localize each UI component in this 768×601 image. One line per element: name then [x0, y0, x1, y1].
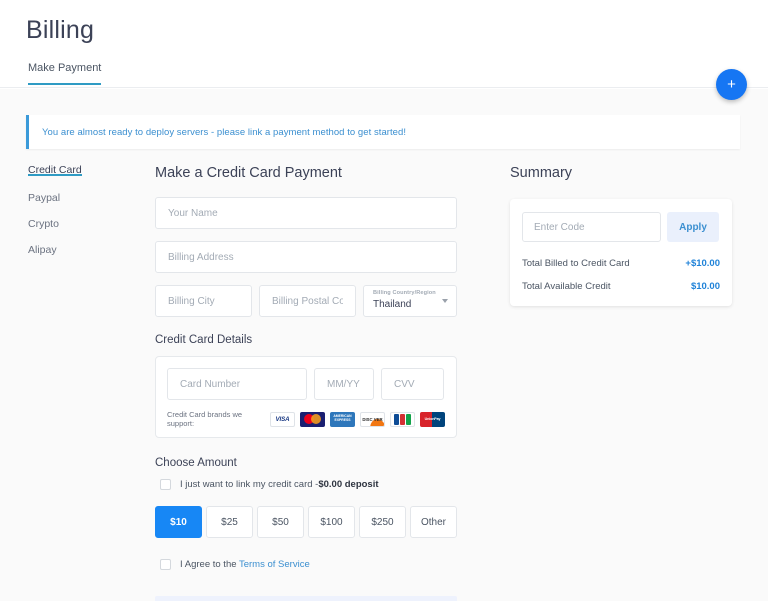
summary-title: Summary	[510, 165, 573, 181]
billing-country-label: Billing Country/Region	[373, 290, 436, 296]
summary-label-billed: Total Billed to Credit Card	[522, 258, 630, 269]
summary-panel: Summary Apply Total Billed to Credit Car…	[510, 165, 732, 306]
mastercard-icon	[300, 411, 325, 427]
card-brands-label: Credit Card brands we support:	[167, 410, 243, 428]
method-crypto[interactable]: Crypto	[28, 219, 59, 230]
method-alipay[interactable]: Alipay	[28, 245, 57, 256]
chevron-down-icon	[442, 299, 448, 303]
billing-country-value: Thailand	[373, 299, 412, 310]
method-credit-card[interactable]: Credit Card	[28, 165, 82, 176]
page-title: Billing	[26, 16, 95, 44]
terms-of-service-link[interactable]: Terms of Service	[239, 559, 310, 570]
form-title: Make a Credit Card Payment	[155, 165, 342, 181]
amount-option-100[interactable]: $100	[308, 506, 355, 538]
summary-card: Apply Total Billed to Credit Card +$10.0…	[510, 199, 732, 306]
alert-banner: You are almost ready to deploy servers -…	[26, 115, 740, 149]
discover-icon: DISC VER	[360, 411, 385, 427]
address-row: Billing Country/Region Thailand	[155, 285, 457, 317]
billing-city-input[interactable]	[155, 285, 252, 317]
add-payment-method-fab[interactable]: +	[716, 69, 747, 100]
terms-checkbox[interactable]	[160, 559, 171, 570]
tab-bar: Make Payment	[0, 58, 768, 88]
alert-message: You are almost ready to deploy servers -…	[42, 126, 407, 138]
amount-option-10[interactable]: $10	[155, 506, 202, 538]
visa-icon: VISA	[270, 411, 295, 427]
card-expiry-input[interactable]	[314, 368, 374, 400]
link-only-label: I just want to link my credit card -$0.0…	[180, 479, 379, 490]
discover-label: DISC VER	[362, 416, 383, 422]
amount-options: $10 $25 $50 $100 $250 Other	[155, 506, 457, 538]
tab-make-payment[interactable]: Make Payment	[28, 62, 102, 85]
amount-option-other[interactable]: Other	[410, 506, 457, 538]
jcb-icon	[390, 411, 415, 427]
choose-amount-title: Choose Amount	[155, 457, 237, 469]
card-brand-logos: VISA AMERICAN EXPRESS DISC VER UnionPay	[270, 411, 445, 427]
card-cvv-input[interactable]	[381, 368, 444, 400]
card-input-row	[167, 368, 445, 400]
payment-form: Make a Credit Card Payment Billing Count…	[155, 165, 457, 601]
terms-label: I Agree to the Terms of Service	[180, 559, 310, 570]
terms-row: I Agree to the Terms of Service	[155, 559, 457, 570]
amex-icon: AMERICAN EXPRESS	[330, 411, 355, 427]
link-credit-card-button[interactable]: Link Credit Card	[155, 596, 457, 601]
name-input[interactable]	[155, 197, 457, 229]
link-only-checkbox[interactable]	[160, 479, 171, 490]
summary-label-credit: Total Available Credit	[522, 281, 611, 292]
content-area: You are almost ready to deploy servers -…	[0, 89, 768, 601]
unionpay-icon: UnionPay	[420, 411, 445, 427]
card-brands-row: Credit Card brands we support: VISA AMER…	[167, 410, 445, 428]
plus-icon: +	[727, 76, 736, 93]
card-details-title: Credit Card Details	[155, 334, 253, 346]
billing-address-input[interactable]	[155, 241, 457, 273]
apply-code-button[interactable]: Apply	[667, 212, 719, 242]
method-paypal[interactable]: Paypal	[28, 193, 60, 204]
card-number-input[interactable]	[167, 368, 307, 400]
terms-text: I Agree to the	[180, 559, 239, 570]
payment-method-nav: Credit Card Paypal Crypto Alipay	[28, 165, 138, 275]
promo-code-input[interactable]	[522, 212, 661, 242]
summary-line-credit: Total Available Credit $10.00	[522, 281, 720, 292]
amount-option-250[interactable]: $250	[359, 506, 406, 538]
card-details-panel: Credit Card brands we support: VISA AMER…	[155, 356, 457, 438]
summary-line-billed: Total Billed to Credit Card +$10.00	[522, 258, 720, 269]
deposit-amount: $0.00 deposit	[318, 479, 379, 490]
link-only-text: I just want to link my credit card -	[180, 479, 319, 490]
billing-postal-input[interactable]	[259, 285, 356, 317]
billing-country-select[interactable]: Billing Country/Region Thailand	[363, 285, 457, 317]
link-only-row: I just want to link my credit card -$0.0…	[155, 479, 457, 490]
promo-code-row: Apply	[522, 212, 720, 242]
amount-option-25[interactable]: $25	[206, 506, 253, 538]
summary-value-billed: +$10.00	[685, 258, 720, 269]
summary-value-credit: $10.00	[690, 281, 720, 292]
amount-option-50[interactable]: $50	[257, 506, 304, 538]
